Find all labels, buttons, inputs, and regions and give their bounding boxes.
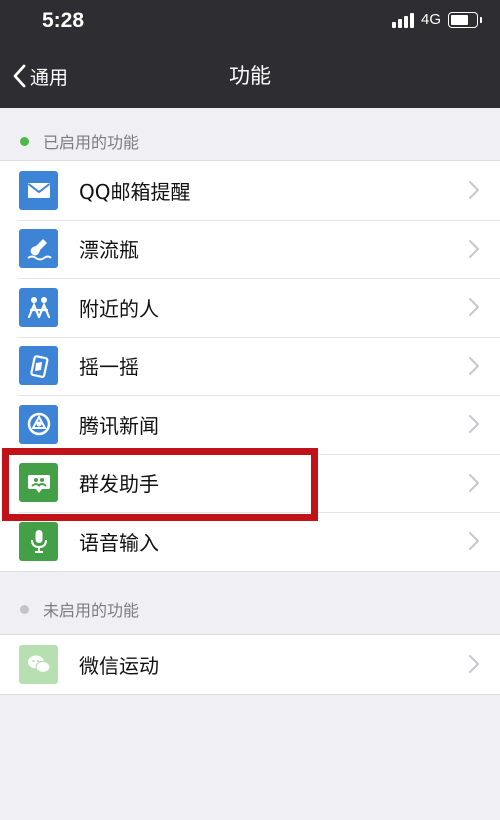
battery-icon <box>448 11 482 28</box>
list-item-label: 语音输入 <box>79 530 159 555</box>
chevron-right-icon <box>469 655 479 674</box>
enabled-dot-icon <box>20 136 29 146</box>
enabled-list: QQ邮箱提醒 漂流瓶 附近的人 摇一摇 腾讯新闻 群发助手 语音输入 <box>0 160 500 572</box>
chevron-right-icon <box>469 415 479 434</box>
disabled-section-label: 未启用的功能 <box>43 601 140 620</box>
list-item-label: QQ邮箱提醒 <box>79 179 191 204</box>
list-item-broadcast[interactable]: 群发助手 <box>0 453 500 513</box>
list-item-shake[interactable]: 摇一摇 <box>0 336 500 396</box>
disabled-section-header: 未启用的功能 <box>0 583 500 635</box>
list-item-label: 腾讯新闻 <box>79 413 159 438</box>
status-time: 5:28 <box>42 9 85 32</box>
enabled-section-label: 已启用的功能 <box>43 133 140 152</box>
list-item-label: 微信运动 <box>79 653 159 678</box>
page-title: 功能 <box>229 64 271 88</box>
people-nearby-icon <box>19 287 58 327</box>
news-icon <box>19 404 58 444</box>
list-item-label: 摇一摇 <box>79 355 139 380</box>
chevron-right-icon <box>469 356 479 375</box>
nav-bar: 通用 功能 <box>0 44 500 108</box>
werun-icon <box>19 644 58 684</box>
disabled-list: 微信运动 <box>0 634 500 695</box>
signal-icon <box>391 12 414 28</box>
drift-bottle-icon <box>19 229 58 269</box>
list-item-label: 附近的人 <box>79 296 159 321</box>
list-item-werun[interactable]: 微信运动 <box>0 635 500 694</box>
status-bar: 5:28 4G <box>0 0 500 44</box>
network-type: 4G <box>420 11 441 28</box>
list-item-label: 漂流瓶 <box>79 238 139 263</box>
microphone-icon <box>19 521 58 561</box>
disabled-dot-icon <box>20 604 29 614</box>
chevron-right-icon <box>469 473 479 492</box>
list-item-drift-bottle[interactable]: 漂流瓶 <box>0 219 500 279</box>
broadcast-icon <box>19 463 58 503</box>
list-item-people-nearby[interactable]: 附近的人 <box>0 278 500 337</box>
list-item-qq-mail[interactable]: QQ邮箱提醒 <box>0 161 500 220</box>
chevron-right-icon <box>469 239 479 258</box>
list-item-label: 群发助手 <box>79 472 159 497</box>
chevron-right-icon <box>469 532 479 551</box>
chevron-right-icon <box>469 298 479 317</box>
shake-icon <box>19 346 58 386</box>
list-item-tencent-news[interactable]: 腾讯新闻 <box>0 395 500 454</box>
mail-icon <box>19 170 58 210</box>
chevron-right-icon <box>469 181 479 200</box>
list-item-voice-input[interactable]: 语音输入 <box>0 512 500 571</box>
